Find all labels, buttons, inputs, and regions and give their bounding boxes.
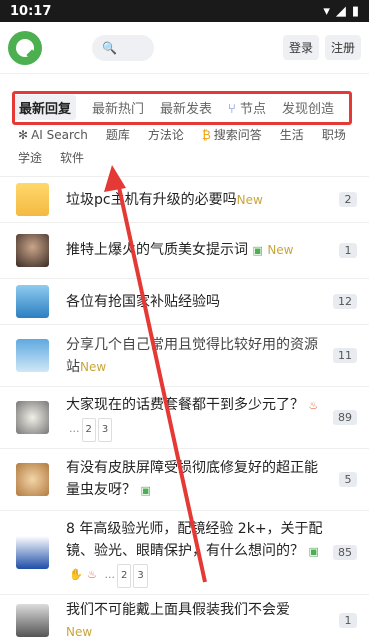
topic-title[interactable]: 各位有抢国家补贴经验吗 <box>66 291 325 313</box>
topic-row[interactable]: 垃圾pc主机有升级的必要吗New 2 <box>0 177 369 223</box>
login-button[interactable]: 登录 <box>282 35 319 60</box>
new-badge: New <box>66 624 93 639</box>
reply-count: 89 <box>333 410 357 425</box>
category-methodology[interactable]: 方法论 <box>148 126 184 143</box>
topic-title-text: 8 年高级验光师，配镜经验 2k+，关于配镜、验光、眼睛保护，有什么想问的？ <box>66 520 323 559</box>
category-life[interactable]: 生活 <box>280 126 304 143</box>
node-icon: ⑂ <box>228 101 236 117</box>
avatar[interactable] <box>16 183 49 216</box>
wifi-icon: ▾ <box>323 3 330 19</box>
page-ellipsis: ... <box>69 421 80 435</box>
tab-nodes-label: 节点 <box>240 101 267 117</box>
avatar[interactable] <box>16 234 49 267</box>
tab-bar: 最新回复 最新热门 最新发表 ⑂ 节点 发现创造 <box>0 92 369 122</box>
topic-title[interactable]: 垃圾pc主机有升级的必要吗New <box>66 189 331 211</box>
avatar[interactable] <box>16 463 49 496</box>
topic-row[interactable]: 分享几个自己常用且觉得比较好用的资源站New 11 <box>0 325 369 387</box>
topic-row[interactable]: 各位有抢国家补贴经验吗 12 <box>0 279 369 325</box>
topic-title-text: 我们不可能戴上面具假装我们不会爱 <box>66 601 290 618</box>
hot-icon: ♨ <box>308 398 319 412</box>
new-badge: New <box>267 243 294 257</box>
category-workplace[interactable]: 职场 <box>322 126 346 143</box>
app-logo[interactable] <box>8 30 42 65</box>
page-2[interactable]: 2 <box>81 417 96 442</box>
topic-row[interactable]: 我们不可能戴上面具假装我们不会爱 New 1 <box>0 595 369 643</box>
hands-icon: ✋ <box>69 567 83 581</box>
header: 🔍 登录 注册 <box>0 22 369 74</box>
tab-nodes[interactable]: ⑂ 节点 <box>228 98 266 117</box>
topic-title[interactable]: 推特上爆火的气质美女提示词 ▣ New <box>66 239 331 262</box>
reply-count: 1 <box>339 613 357 628</box>
avatar[interactable] <box>16 536 49 569</box>
avatar[interactable] <box>16 604 49 637</box>
topic-title[interactable]: 我们不可能戴上面具假装我们不会爱 New <box>66 599 331 643</box>
topic-title-text: 推特上爆火的气质美女提示词 <box>66 242 248 258</box>
reply-count: 85 <box>333 545 357 560</box>
header-actions: 登录 注册 <box>282 35 361 60</box>
bitcoin-icon: ₿ <box>201 127 211 142</box>
topic-title-text: 垃圾pc主机有升级的必要吗 <box>66 191 237 208</box>
topic-row[interactable]: 推特上爆火的气质美女提示词 ▣ New 1 <box>0 223 369 279</box>
avatar[interactable] <box>16 339 49 372</box>
status-bar: 10:17 ▾ ◢ ▮ <box>0 0 369 22</box>
battery-icon: ▮ <box>351 3 359 19</box>
category-label: AI Search <box>31 127 88 142</box>
reply-count: 1 <box>339 243 357 258</box>
clock: 10:17 <box>10 3 52 19</box>
image-icon: ▣ <box>252 244 263 257</box>
avatar[interactable] <box>16 401 49 434</box>
category-study[interactable]: 学途 <box>18 149 42 166</box>
tab-latest-reply[interactable]: 最新回复 <box>14 94 77 120</box>
image-icon: ▣ <box>140 484 151 497</box>
category-search-qa[interactable]: ₿ 搜索问答 <box>202 126 262 143</box>
category-list: ✻ AI Search 题库 方法论 ₿ 搜索问答 生活 职场 学途 软件 <box>0 122 369 177</box>
new-badge: New <box>236 192 263 207</box>
topic-row[interactable]: 8 年高级验光师，配镜经验 2k+，关于配镜、验光、眼睛保护，有什么想问的？ ▣… <box>0 511 369 595</box>
topic-title-text: 各位有抢国家补贴经验吗 <box>66 293 220 310</box>
openai-icon: ✻ <box>18 127 29 142</box>
category-label: 搜索问答 <box>213 128 262 142</box>
topic-title-text: 有没有皮肤屏障受损彻底修复好的超正能量虫友呀？ <box>66 460 318 498</box>
category-ai-search[interactable]: ✻ AI Search <box>18 126 88 143</box>
topic-list: 垃圾pc主机有升级的必要吗New 2 推特上爆火的气质美女提示词 ▣ New 1… <box>0 177 369 643</box>
image-icon: ▣ <box>308 544 319 558</box>
reply-count: 11 <box>333 348 357 363</box>
reply-count: 5 <box>339 472 357 487</box>
page-2[interactable]: 2 <box>116 563 132 588</box>
new-badge: New <box>80 359 107 374</box>
page-3[interactable]: 3 <box>97 417 113 442</box>
search-icon: 🔍 <box>102 41 117 55</box>
topic-title-text: 大家现在的话费套餐都干到多少元了？ <box>66 396 304 413</box>
reply-count: 2 <box>339 192 357 207</box>
category-software[interactable]: 软件 <box>60 149 84 166</box>
topic-title[interactable]: 大家现在的话费套餐都干到多少元了？ ♨ ... 2 3 <box>66 394 325 442</box>
topic-row[interactable]: 大家现在的话费套餐都干到多少元了？ ♨ ... 2 3 89 <box>0 387 369 449</box>
topic-title[interactable]: 分享几个自己常用且觉得比较好用的资源站New <box>66 334 325 378</box>
tab-discover[interactable]: 发现创造 <box>282 98 334 117</box>
search-input[interactable]: 🔍 <box>92 35 154 61</box>
topic-row[interactable]: 有没有皮肤屏障受损彻底修复好的超正能量虫友呀？ ▣ 5 <box>0 449 369 511</box>
avatar[interactable] <box>16 285 49 318</box>
hot-icon: ♨ <box>87 567 98 581</box>
reply-count: 12 <box>333 294 357 309</box>
signal-icon: ◢ <box>335 3 346 19</box>
status-icons: ▾ ◢ ▮ <box>323 4 359 19</box>
topic-title[interactable]: 8 年高级验光师，配镜经验 2k+，关于配镜、验光、眼睛保护，有什么想问的？ ▣… <box>66 518 325 588</box>
topic-title[interactable]: 有没有皮肤屏障受损彻底修复好的超正能量虫友呀？ ▣ <box>66 457 331 502</box>
category-question-bank[interactable]: 题库 <box>106 126 130 143</box>
register-button[interactable]: 注册 <box>324 35 361 60</box>
page-3[interactable]: 3 <box>133 563 148 588</box>
page-ellipsis: ... <box>104 567 115 581</box>
tab-latest-hot[interactable]: 最新热门 <box>92 98 144 117</box>
tab-latest-posts[interactable]: 最新发表 <box>160 98 212 117</box>
